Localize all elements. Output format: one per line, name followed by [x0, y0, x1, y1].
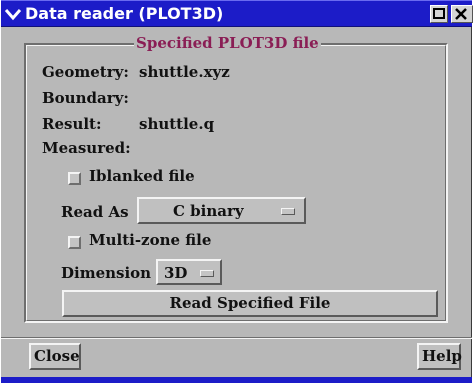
- footer-separator: [1, 337, 472, 339]
- read-as-label: Read As: [61, 203, 129, 221]
- option-menu-indicator-icon: [281, 208, 295, 215]
- dimension-value: 3D: [164, 264, 188, 282]
- result-value: shuttle.q: [139, 115, 215, 133]
- read-specified-file-button[interactable]: Read Specified File: [62, 290, 438, 317]
- multizone-label[interactable]: Multi-zone file: [89, 231, 211, 249]
- chevron-down-icon[interactable]: [4, 5, 22, 23]
- title-bar[interactable]: Data reader (PLOT3D): [1, 0, 473, 27]
- help-button-label: Help: [422, 347, 462, 365]
- boundary-label: Boundary:: [42, 89, 129, 107]
- iblanked-checkbox[interactable]: [68, 172, 81, 185]
- close-icon[interactable]: [451, 5, 473, 23]
- close-button[interactable]: Close: [29, 343, 81, 370]
- close-button-label: Close: [34, 347, 80, 365]
- window-title: Data reader (PLOT3D): [25, 4, 224, 23]
- option-menu-indicator-icon: [200, 270, 214, 277]
- data-reader-window: Data reader (PLOT3D) Specified PLOT3D fi…: [0, 0, 473, 383]
- window-bottom-edge: [1, 377, 472, 383]
- measured-label: Measured:: [42, 139, 131, 157]
- minimize-icon[interactable]: [430, 5, 448, 23]
- iblanked-label[interactable]: Iblanked file: [89, 167, 195, 185]
- read-as-option-menu[interactable]: C binary: [137, 197, 306, 224]
- read-as-value: C binary: [173, 202, 244, 220]
- dimension-label: Dimension: [61, 264, 152, 282]
- frame-title: Specified PLOT3D file: [134, 34, 321, 52]
- result-label: Result:: [42, 115, 102, 133]
- dimension-option-menu[interactable]: 3D: [156, 259, 222, 285]
- geometry-label: Geometry:: [42, 63, 129, 81]
- multizone-checkbox[interactable]: [68, 236, 81, 249]
- read-specified-file-label: Read Specified File: [169, 294, 331, 312]
- help-button[interactable]: Help: [417, 343, 462, 370]
- geometry-value: shuttle.xyz: [139, 63, 230, 81]
